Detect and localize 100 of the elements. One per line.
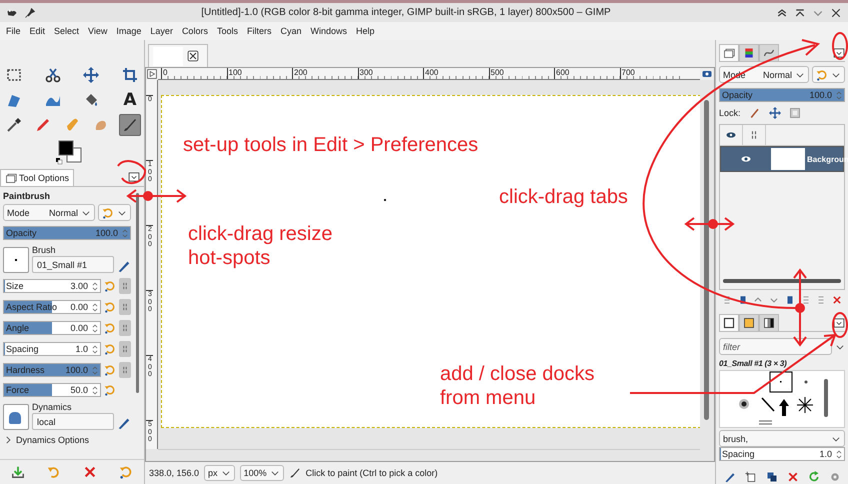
double-arrow [126, 189, 187, 203]
dock-tab[interactable] [719, 44, 739, 61]
navigate-icon[interactable] [701, 68, 713, 80]
reset-icon[interactable] [119, 465, 133, 479]
reset-icon[interactable] [104, 384, 116, 396]
slider[interactable]: Hardness 100.0 [3, 363, 101, 377]
edit-icon[interactable] [117, 259, 131, 273]
spin-icon[interactable] [91, 344, 99, 355]
brush-field[interactable]: 01_Small #1 [32, 256, 114, 273]
page-icon[interactable] [738, 295, 748, 305]
scrollbar[interactable] [723, 279, 841, 283]
checker-icon[interactable] [788, 107, 801, 119]
close-icon[interactable] [830, 6, 842, 18]
lines-icon[interactable] [800, 295, 811, 305]
menu-item[interactable]: Help [356, 26, 375, 36]
square-icon [723, 317, 735, 329]
menu-item[interactable]: Tools [216, 26, 238, 36]
menu-item[interactable]: Layer [150, 26, 173, 36]
close-icon[interactable] [187, 50, 199, 62]
menu-item[interactable]: View [88, 26, 108, 36]
dock-tab[interactable] [739, 44, 759, 61]
menu-item[interactable]: Select [54, 26, 80, 36]
dynamics-preview[interactable] [3, 404, 29, 430]
chain-button[interactable] [119, 362, 131, 378]
scrollbar[interactable] [136, 193, 139, 393]
dynamics-options-expander[interactable]: Dynamics Options [3, 435, 131, 445]
slider[interactable]: Size 3.00 [3, 279, 101, 293]
layers-icon [5, 172, 17, 184]
brush-icon[interactable] [748, 107, 761, 119]
circle-mark [117, 160, 146, 184]
brush-title: 01_Small #1 (3 × 3) [719, 359, 788, 368]
spin-icon[interactable] [91, 385, 99, 396]
menu-item[interactable]: File [6, 26, 21, 36]
tool-name: Paintbrush [3, 191, 52, 201]
save-icon[interactable] [11, 465, 25, 479]
tag-dropdown[interactable]: brush, [719, 430, 845, 447]
image-tab[interactable] [148, 44, 208, 67]
chain-button[interactable] [119, 341, 131, 357]
unit-dropdown[interactable]: px [204, 465, 235, 481]
reset-icon[interactable] [104, 301, 116, 313]
menu-item[interactable]: Colors [182, 26, 208, 36]
move-icon[interactable] [768, 107, 781, 119]
spin-icon[interactable] [835, 449, 843, 460]
slider[interactable]: Angle 0.00 [3, 321, 101, 335]
circle-mark [832, 32, 848, 60]
menu-item[interactable]: Cyan [280, 26, 302, 36]
brush-preview[interactable] [3, 247, 29, 273]
lines-icon[interactable] [722, 295, 732, 305]
pin-icon[interactable] [24, 6, 36, 18]
annotation-text: set-up tools in Edit > Preferences [183, 133, 480, 157]
lines-icon[interactable] [816, 295, 826, 305]
tool-button[interactable]: A [118, 88, 141, 110]
mode-dropdown[interactable]: Mode Normal [3, 204, 95, 221]
reset-icon[interactable] [104, 280, 116, 292]
delete-icon[interactable] [786, 471, 798, 483]
menu-item[interactable]: Edit [30, 26, 46, 36]
dock-tab[interactable] [719, 314, 739, 331]
maximize-icon[interactable] [794, 6, 806, 18]
play-icon[interactable] [147, 69, 157, 79]
dynamics-field[interactable]: local [32, 413, 114, 430]
edit-icon[interactable] [117, 416, 131, 430]
spacing-slider[interactable]: Spacing 1.0 [719, 447, 845, 461]
spin-icon[interactable] [91, 323, 99, 334]
slider[interactable]: Spacing 1.0 [3, 342, 101, 356]
layers-icon [723, 47, 735, 59]
chain-button[interactable] [119, 299, 131, 315]
double-chevron-icon[interactable] [776, 6, 788, 18]
duplicate-icon[interactable] [766, 471, 778, 483]
refresh-icon[interactable] [808, 471, 820, 483]
delete-icon[interactable] [83, 465, 97, 479]
spin-icon[interactable] [91, 281, 99, 292]
filter-field[interactable]: filter [719, 338, 832, 355]
opacity-slider[interactable]: Opacity 100.0 [3, 226, 131, 240]
page-icon[interactable] [784, 295, 795, 305]
tool-button[interactable] [119, 114, 141, 136]
bandage-icon [64, 116, 80, 132]
chain-button[interactable] [119, 320, 131, 336]
reset-icon[interactable] [104, 364, 116, 376]
menu-item[interactable]: Windows [310, 26, 347, 36]
delete-icon[interactable] [832, 295, 842, 305]
zoom-dropdown[interactable]: 100% [240, 465, 284, 481]
new-icon[interactable] [744, 471, 756, 483]
opacity-slider[interactable]: Opacity 100.0 [719, 88, 845, 102]
tab-menu-icon[interactable] [128, 171, 140, 183]
tool-options-tab[interactable]: Tool Options [0, 168, 74, 186]
reset-icon[interactable] [104, 322, 116, 334]
paintbrush-icon [122, 116, 138, 132]
image-canvas[interactable] [161, 95, 700, 428]
reset-icon[interactable] [104, 343, 116, 355]
edit-icon[interactable] [724, 471, 736, 483]
dock-tab[interactable] [759, 314, 779, 331]
menu-item[interactable]: Image [116, 26, 142, 36]
brush-label: Brush [32, 245, 57, 255]
chain-button[interactable] [119, 278, 131, 294]
scrollbar[interactable] [704, 100, 709, 420]
spin-icon[interactable] [91, 302, 99, 313]
tab-menu-icon[interactable] [833, 316, 845, 328]
reset-icon [816, 68, 828, 80]
slider[interactable]: Force 50.0 [3, 383, 101, 397]
menu-item[interactable]: Filters [246, 26, 272, 36]
